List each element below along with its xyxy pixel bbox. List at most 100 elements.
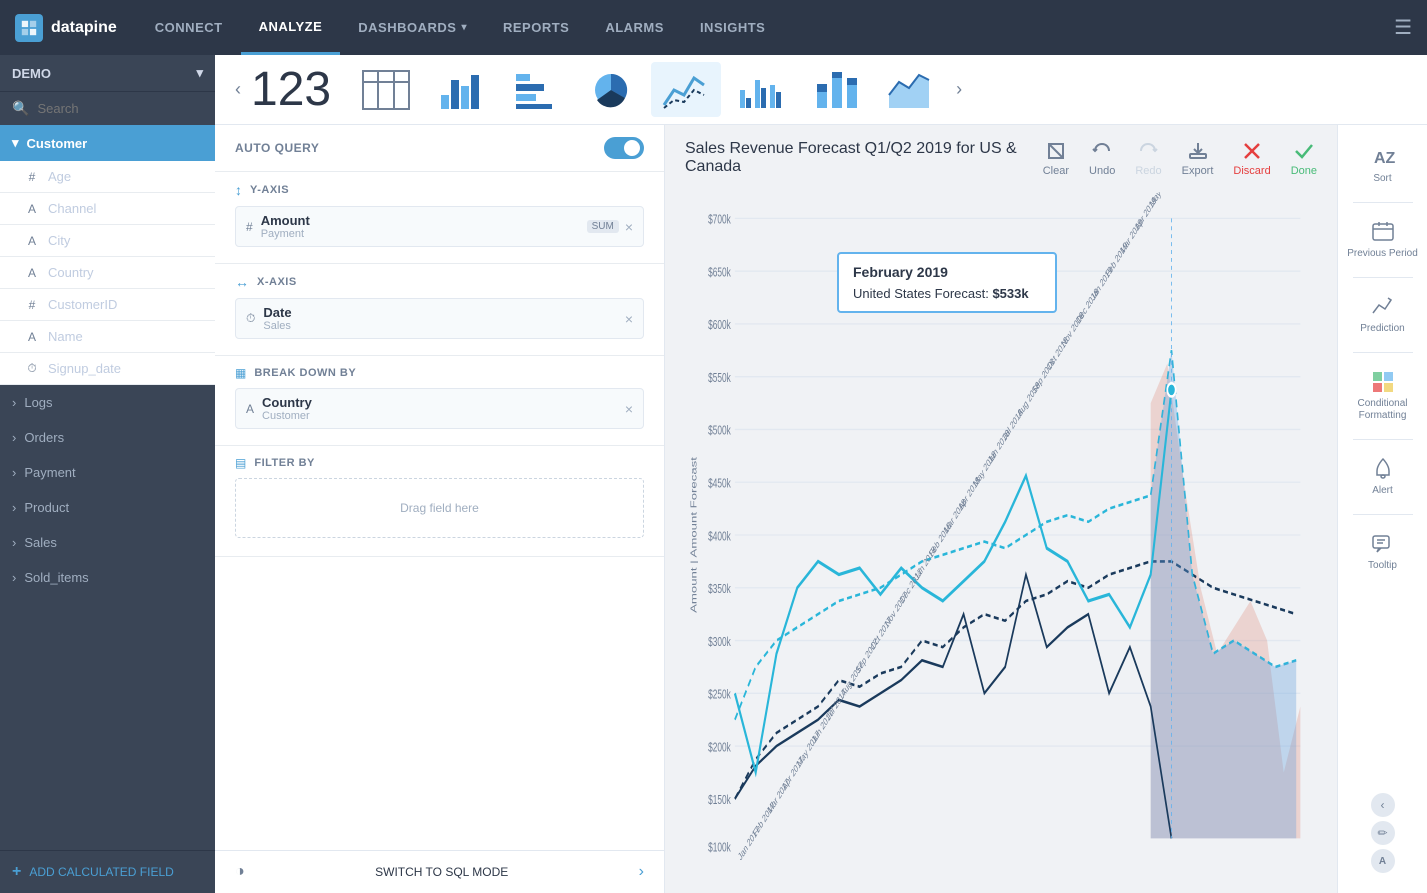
nav-dashboards[interactable]: DASHBOARDS [340,0,485,55]
right-panel-tooltip[interactable]: Tooltip [1338,522,1427,582]
demo-arrow: ▾ [196,65,203,81]
right-text-button[interactable]: A [1371,849,1395,873]
svg-text:AZ: AZ [1374,150,1395,167]
divider [1353,202,1413,203]
switch-sql-button[interactable]: SWITCH TO SQL MODE [375,865,508,879]
discard-button[interactable]: Discard [1233,140,1270,177]
clear-label: Clear [1043,165,1069,177]
alert-icon [1371,457,1395,481]
group-orders[interactable]: › Orders [0,420,215,455]
breakdown-label: BREAK DOWN BY [254,367,356,379]
sidebar-item-age[interactable]: # Age [0,161,215,193]
group-customer-header[interactable]: ▾ Customer [0,125,215,161]
group-arrow: › [12,395,16,410]
tooltip-line1: United States Forecast: [853,286,992,301]
sidebar-item-name[interactable]: A Name [0,321,215,353]
chart-type-bar[interactable] [426,62,496,117]
chart-area: Sales Revenue Forecast Q1/Q2 2019 for US… [665,125,1337,893]
group-payment[interactable]: › Payment [0,455,215,490]
right-panel-previous-period[interactable]: Previous Period [1338,210,1427,270]
date-icon: ⏱ [246,311,255,326]
field-remove-button[interactable]: × [625,219,633,235]
conditional-formatting-label: Conditional Formatting [1343,398,1422,422]
add-calculated-field-button[interactable]: + ADD CALCULATED FIELD [0,850,215,893]
filter-drag-area: Drag field here [235,478,644,538]
chart-type-grouped-bar[interactable] [726,62,796,117]
chart-tooltip: February 2019 United States Forecast: $5… [837,252,1057,313]
chart-type-line[interactable] [651,62,721,117]
chart-type-pie[interactable] [576,62,646,117]
redo-button[interactable]: Redo [1135,140,1161,177]
hamburger-icon[interactable]: ☰ [1394,15,1412,40]
sort-icon: AZ [1371,145,1395,169]
field-sub: Sales [263,320,291,332]
field-remove-button[interactable]: × [625,401,633,417]
right-panel-conditional[interactable]: Conditional Formatting [1338,360,1427,432]
search-input[interactable] [37,101,203,116]
chart-type-bar: ‹ 123 [215,55,1427,125]
right-edit-button[interactable]: ✏ [1371,821,1395,845]
group-label: Sold_items [24,570,88,585]
switch-arrow-icon: › [639,863,644,881]
field-info: Date Sales [263,305,291,332]
sidebar-item-customerid[interactable]: # CustomerID [0,289,215,321]
demo-selector[interactable]: DEMO ▾ [0,55,215,92]
sidebar-item-channel[interactable]: A Channel [0,193,215,225]
chart-type-area[interactable] [876,62,946,117]
item-label: CustomerID [48,297,117,312]
chart-type-stacked-bar[interactable] [801,62,871,117]
field-sub: Payment [261,228,310,240]
chart-type-horizontal-bar[interactable] [501,62,571,117]
field-info: Amount Payment [261,213,310,240]
nav-connect[interactable]: CONNECT [137,0,241,55]
divider [1353,439,1413,440]
right-panel-sort[interactable]: AZ Sort [1338,135,1427,195]
right-panel-prediction[interactable]: Prediction [1338,285,1427,345]
field-remove-button[interactable]: × [625,311,633,327]
nav-alarms[interactable]: ALARMS [587,0,682,55]
chart-svg-container: $700k $650k $600k $550k $500k $450k $400… [685,192,1317,878]
query-area: AUTO QUERY ↕ Y-AXIS # Amount P [215,125,665,893]
sidebar-item-country[interactable]: A Country [0,257,215,289]
group-product[interactable]: › Product [0,490,215,525]
export-button[interactable]: Export [1182,140,1214,177]
chart-type-table[interactable] [351,62,421,117]
x-axis-field-pill[interactable]: ⏱ Date Sales × [235,298,644,339]
numeric-icon: # [246,220,253,234]
logo-text: datapine [51,19,117,37]
y-axis-field-pill[interactable]: # Amount Payment SUM × [235,206,644,247]
mode-toggle-icon[interactable]: ◑ [235,863,245,881]
right-arrow-button[interactable]: ‹ [1371,793,1395,817]
x-axis-icon: ↔ [235,274,249,290]
nav-reports[interactable]: REPORTS [485,0,587,55]
group-arrow: › [12,535,16,550]
group-sales[interactable]: › Sales [0,525,215,560]
sidebar-item-signup[interactable]: ⏱ Signup_date [0,353,215,385]
done-button[interactable]: Done [1291,140,1317,177]
plus-icon: + [12,863,21,881]
undo-button[interactable]: Undo [1089,140,1115,177]
y-axis-label: Y-AXIS [250,184,289,196]
tooltip-date: February 2019 [853,264,1041,280]
previous-period-icon [1371,220,1395,244]
item-label: Name [48,329,83,344]
logo[interactable]: datapine [15,14,117,42]
svg-text:$500k: $500k [708,424,731,438]
chart-type-prev-arrow[interactable]: ‹ [230,79,246,100]
nav-insights[interactable]: INSIGHTS [682,0,783,55]
svg-text:$250k: $250k [708,688,731,702]
group-logs[interactable]: › Logs [0,385,215,420]
sidebar-item-city[interactable]: A City [0,225,215,257]
right-panel-alert[interactable]: Alert [1338,447,1427,507]
auto-query-toggle[interactable] [604,137,644,159]
item-label: Signup_date [48,361,121,376]
group-sold-items[interactable]: › Sold_items [0,560,215,595]
tooltip-amount: $533k [992,286,1028,301]
svg-text:May 2019: May 2019 [1148,192,1174,210]
clear-button[interactable]: Clear [1043,140,1069,177]
chart-type-next-arrow[interactable]: › [951,79,967,100]
nav-analyze[interactable]: ANALYZE [241,0,341,55]
breakdown-field-pill[interactable]: A Country Customer × [235,388,644,429]
group-label: Logs [24,395,52,410]
text-icon: A [24,234,40,248]
